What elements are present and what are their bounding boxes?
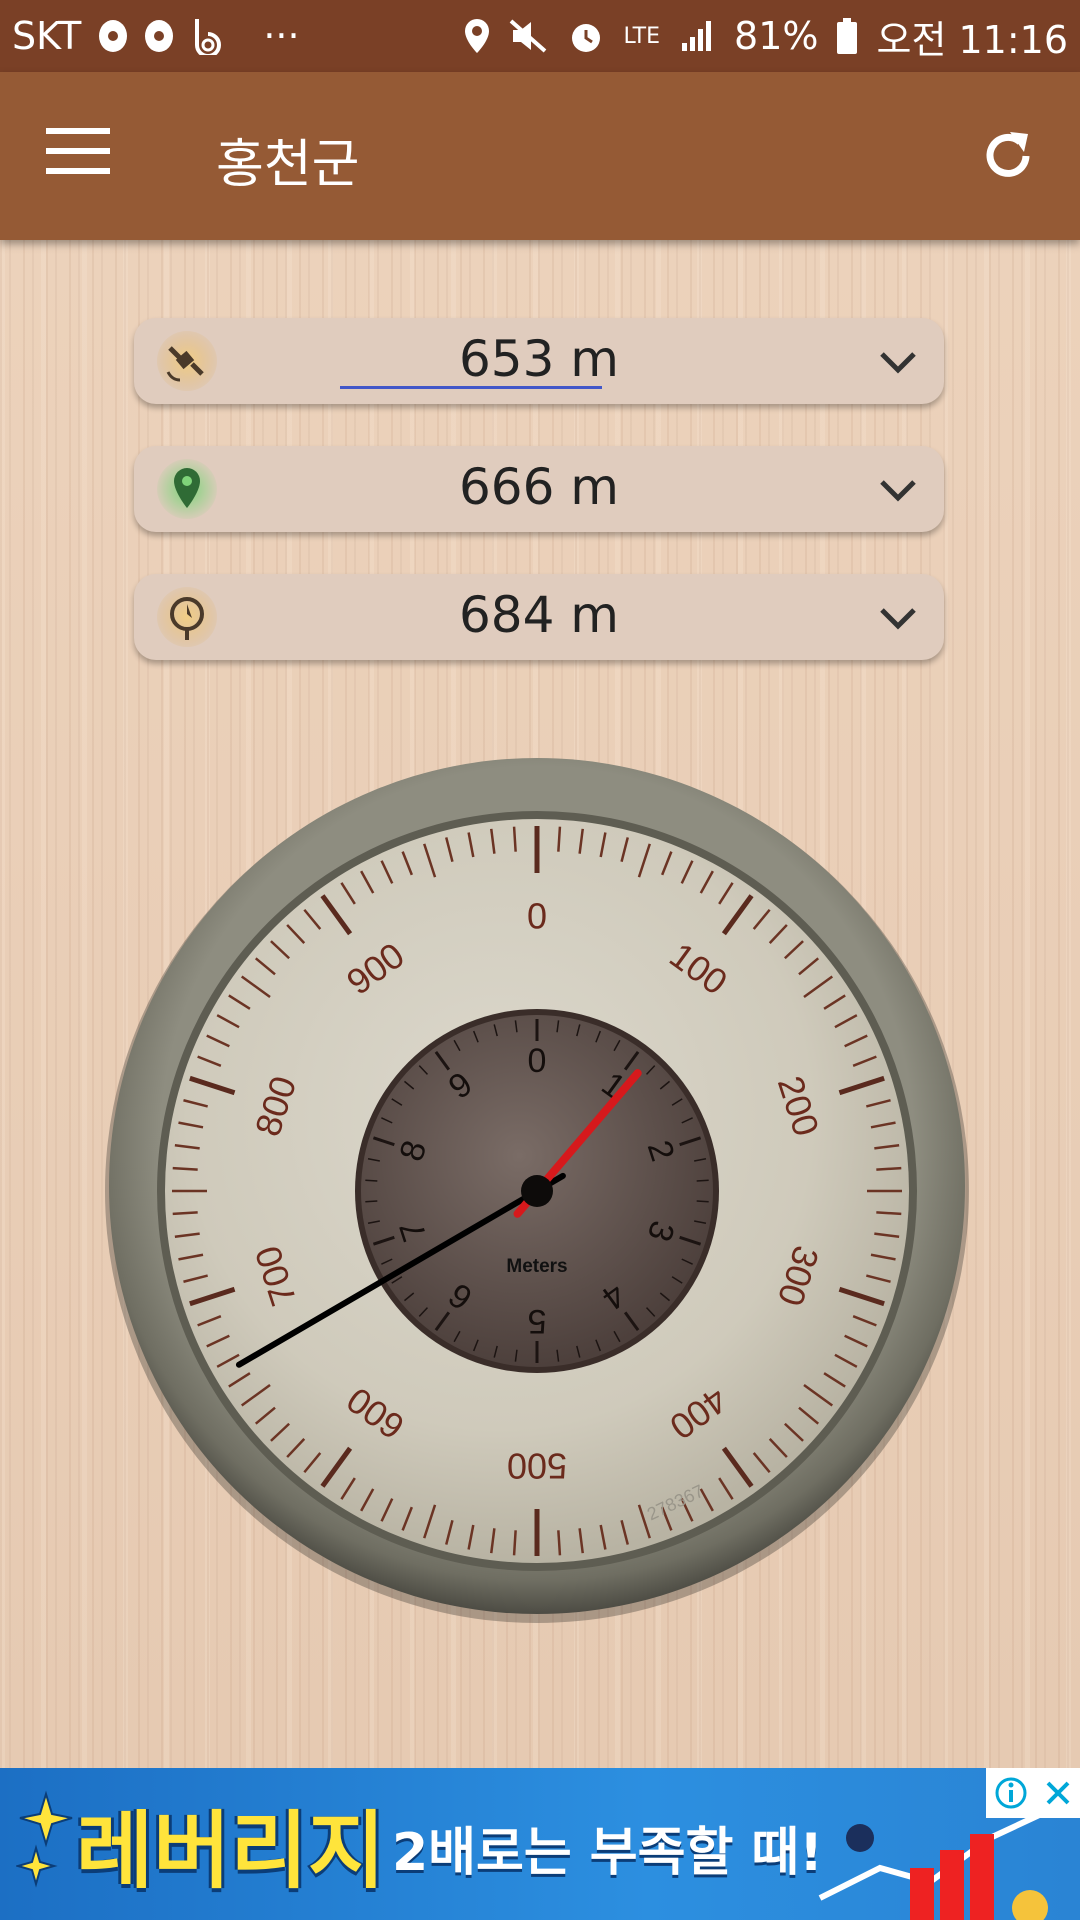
signal-icon bbox=[682, 21, 712, 51]
app-toolbar: 홍천군 bbox=[0, 72, 1080, 240]
carrier-label: SKT bbox=[12, 14, 82, 58]
alarm-icon bbox=[572, 24, 601, 52]
hamburger-menu-icon[interactable] bbox=[46, 128, 110, 184]
close-icon[interactable] bbox=[1043, 1778, 1073, 1808]
outer-tick bbox=[557, 826, 562, 852]
altitude-source-barometer[interactable]: 684 m bbox=[134, 574, 944, 660]
outer-tick bbox=[876, 1211, 902, 1216]
more-notifications: ··· bbox=[263, 14, 300, 58]
chevron-down-icon[interactable] bbox=[878, 342, 918, 382]
inner-scale-label: 5 bbox=[528, 1302, 547, 1340]
outer-tick bbox=[512, 1530, 517, 1556]
altimeter-gauge: 0100200300400500600700800900 0123456789 … bbox=[105, 758, 969, 1623]
clock: 오전 11:16 bbox=[876, 17, 1068, 62]
ad-info-icon[interactable] bbox=[994, 1776, 1028, 1810]
sparkle-icon bbox=[16, 1790, 73, 1888]
location-icon bbox=[465, 19, 490, 53]
notification-icon bbox=[99, 20, 128, 52]
ad-choices[interactable] bbox=[986, 1768, 1080, 1818]
gps-altitude-value: 653 m bbox=[458, 330, 620, 388]
altitude-source-map[interactable]: 666 m bbox=[134, 446, 944, 532]
selected-underline bbox=[340, 386, 602, 389]
battery-icon bbox=[837, 18, 858, 54]
inner-tick bbox=[365, 1200, 378, 1203]
outer-scale-label: 500 bbox=[507, 1445, 567, 1486]
inner-tick bbox=[696, 1179, 709, 1182]
needle-hub bbox=[521, 1175, 553, 1207]
altitude-source-gps[interactable]: 653 m bbox=[134, 318, 944, 404]
map-altitude-value: 666 m bbox=[458, 458, 620, 516]
notification-icon bbox=[145, 20, 174, 52]
ad-headline: 레버리지 bbox=[76, 1802, 386, 1900]
refresh-icon[interactable] bbox=[976, 124, 1040, 188]
meters-caption: Meters bbox=[506, 1256, 567, 1277]
app-notification-icon bbox=[195, 19, 222, 55]
ad-subtext: 2배로는 부족할 때! bbox=[392, 1823, 823, 1883]
inner-scale-label: 0 bbox=[528, 1042, 547, 1080]
page-title: 홍천군 bbox=[216, 135, 360, 195]
outer-tick bbox=[512, 826, 517, 852]
outer-tick bbox=[557, 1530, 562, 1556]
network-type: LTE bbox=[623, 23, 661, 49]
outer-tick bbox=[876, 1166, 902, 1171]
ad-banner[interactable]: 레버리지 2배로는 부족할 때! bbox=[0, 1768, 1080, 1920]
mute-icon bbox=[510, 19, 547, 53]
chevron-down-icon[interactable] bbox=[878, 470, 918, 510]
outer-scale-label: 0 bbox=[527, 896, 547, 937]
status-bar: SKT ··· LTE 81% 오전 11:16 bbox=[0, 0, 1080, 72]
battery-percent: 81% bbox=[734, 14, 819, 58]
outer-tick bbox=[172, 1166, 198, 1171]
chevron-down-icon[interactable] bbox=[878, 598, 918, 638]
barometer-altitude-value: 684 m bbox=[458, 586, 620, 644]
inner-tick bbox=[365, 1179, 378, 1182]
inner-tick bbox=[696, 1200, 709, 1203]
outer-tick bbox=[172, 1211, 198, 1216]
